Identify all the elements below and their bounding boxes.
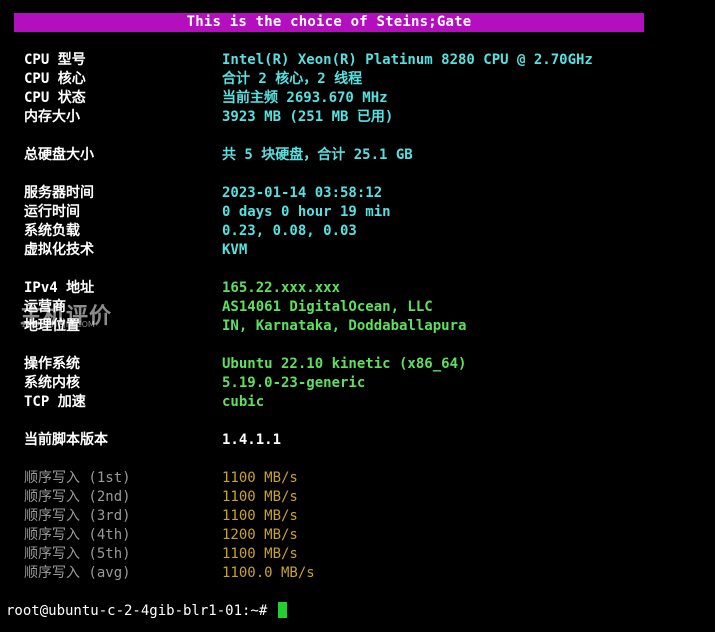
terminal-cursor <box>277 602 287 618</box>
info-key: IPv4 地址 <box>24 280 95 296</box>
info-key: TCP 加速 <box>24 394 86 410</box>
io-test-label: 顺序写入 (1st) <box>24 470 131 486</box>
info-key: 总硬盘大小 <box>24 147 94 163</box>
info-value: 2023-01-14 03:58:12 <box>222 185 383 201</box>
info-key: 地理位置 <box>24 318 80 334</box>
info-value: AS14061 DigitalOcean, LLC <box>222 299 433 315</box>
info-key: CPU 型号 <box>24 52 86 68</box>
info-value: 165.22.xxx.xxx <box>222 280 341 296</box>
info-key: 当前脚本版本 <box>24 432 108 448</box>
shell-prompt-line[interactable]: root@ubuntu-c-2-4gib-blr1-01:~# <box>6 602 287 621</box>
info-value: 0.23, 0.08, 0.03 <box>222 223 357 239</box>
info-value: cubic <box>222 394 265 410</box>
io-test-label: 顺序写入 (2nd) <box>24 489 131 505</box>
info-value: 共 5 块硬盘，合计 25.1 GB <box>222 147 413 163</box>
info-value: 当前主频 2693.670 MHz <box>222 90 388 106</box>
io-test-value: 1100 MB/s <box>222 489 298 505</box>
info-key: 内存大小 <box>24 109 80 125</box>
info-key: 系统负载 <box>24 223 80 239</box>
info-key: CPU 核心 <box>24 71 86 87</box>
info-key: CPU 状态 <box>24 90 86 106</box>
info-key: 操作系统 <box>24 356 80 372</box>
shell-prompt: root@ubuntu-c-2-4gib-blr1-01:~# <box>6 603 268 619</box>
info-key: 系统内核 <box>24 375 80 391</box>
io-test-label: 顺序写入 (3rd) <box>24 508 131 524</box>
info-value: 1.4.1.1 <box>222 432 282 448</box>
info-key: 运营商 <box>24 299 66 315</box>
info-value: IN, Karnataka, Doddaballapura <box>222 318 467 334</box>
io-test-value: 1100 MB/s <box>222 546 298 562</box>
info-value: Intel(R) Xeon(R) Platinum 8280 CPU @ 2.7… <box>222 52 593 68</box>
io-test-label: 顺序写入 (avg) <box>24 565 131 581</box>
info-key: 虚拟化技术 <box>24 242 94 258</box>
info-key: 运行时间 <box>24 204 80 220</box>
info-value: 0 days 0 hour 19 min <box>222 204 391 220</box>
io-test-value: 1100.0 MB/s <box>222 565 315 581</box>
script-banner: This is the choice of Steins;Gate <box>14 13 644 32</box>
io-test-label: 顺序写入 (4th) <box>24 527 131 543</box>
io-test-value: 1100 MB/s <box>222 470 298 486</box>
info-value: 5.19.0-23-generic <box>222 375 366 391</box>
info-value: Ubuntu 22.10 kinetic (x86_64) <box>222 356 467 372</box>
info-value: 合计 2 核心，2 线程 <box>222 71 363 87</box>
io-test-label: 顺序写入 (5th) <box>24 546 131 562</box>
io-test-value: 1100 MB/s <box>222 508 298 524</box>
info-value: 3923 MB (251 MB 已用) <box>222 109 394 125</box>
info-value: KVM <box>222 242 248 258</box>
terminal-window[interactable]: This is the choice of Steins;Gate CPU 型号… <box>0 0 715 632</box>
info-key: 服务器时间 <box>24 185 94 201</box>
io-test-value: 1200 MB/s <box>222 527 298 543</box>
